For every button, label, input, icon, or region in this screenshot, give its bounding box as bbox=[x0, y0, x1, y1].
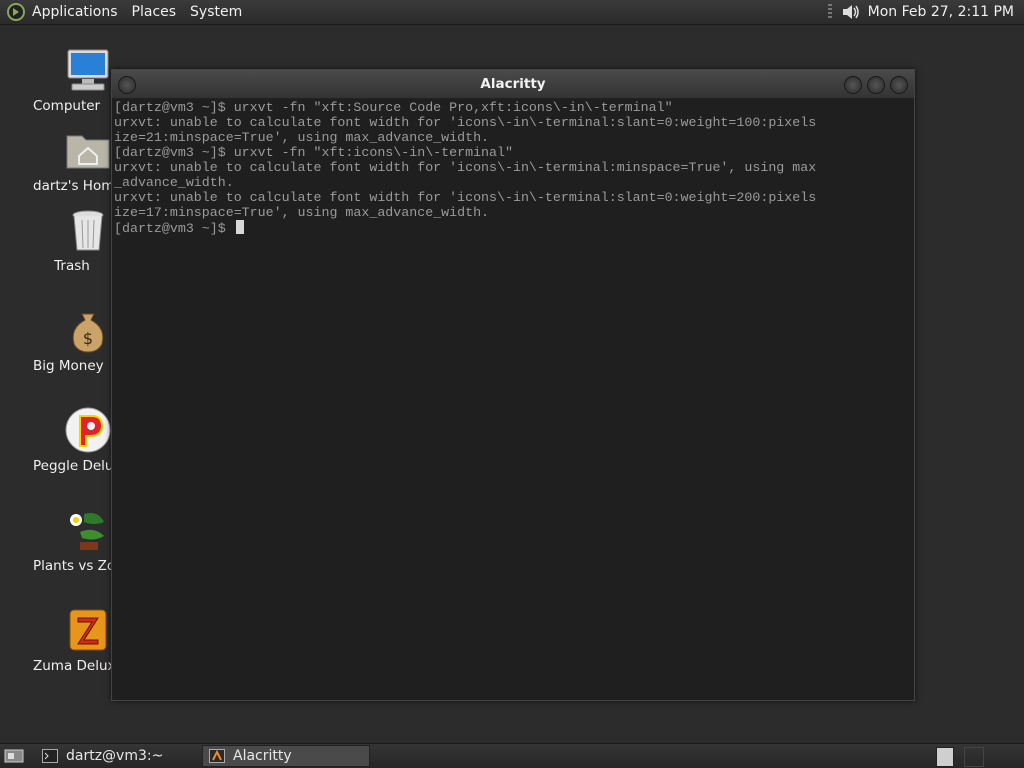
home-folder-icon bbox=[64, 126, 112, 174]
terminal-prompt: [dartz@vm3 ~]$ bbox=[114, 221, 234, 236]
terminal-line: ize=17:minspace=True', using max_advance… bbox=[114, 205, 490, 220]
window-titlebar[interactable]: Alacritty bbox=[112, 70, 914, 99]
desktop-icon-label: Zuma Deluxe bbox=[33, 658, 111, 674]
bottom-panel: dartz@vm3:~ Alacritty bbox=[0, 743, 1024, 768]
alacritty-window: Alacritty [dartz@vm3 ~]$ urxvt -fn "xft:… bbox=[111, 69, 915, 701]
terminal-line: ize=21:minspace=True', using max_advance… bbox=[114, 130, 490, 145]
distro-logo-icon[interactable] bbox=[6, 2, 26, 22]
window-title: Alacritty bbox=[480, 76, 546, 92]
volume-icon[interactable] bbox=[840, 2, 862, 22]
text-cursor bbox=[235, 220, 244, 234]
places-menu[interactable]: Places bbox=[132, 4, 177, 20]
window-menu-button[interactable] bbox=[118, 76, 136, 94]
desktop-icon-label: Plants vs Zombies bbox=[33, 558, 111, 574]
desktop-icon-label: Big Money Deluxe bbox=[33, 358, 109, 374]
panel-tray: Mon Feb 27, 2:11 PM bbox=[827, 0, 1014, 24]
terminal-line: urxvt: unable to calculate font width fo… bbox=[114, 190, 817, 205]
taskbar-item-alacritty[interactable]: Alacritty bbox=[202, 745, 370, 767]
minimize-button[interactable] bbox=[844, 76, 862, 94]
terminal-line: _advance_width. bbox=[114, 175, 234, 190]
workspace-2-button[interactable] bbox=[964, 747, 984, 767]
desktop-icon-label: Trash bbox=[54, 258, 90, 274]
top-panel: Applications Places System Mon Feb 27, 2… bbox=[0, 0, 1024, 25]
money-bag-icon: $ bbox=[64, 306, 112, 354]
plants-icon bbox=[64, 506, 112, 554]
zuma-icon bbox=[64, 606, 112, 654]
alacritty-icon bbox=[209, 749, 225, 763]
taskbar-item-terminal[interactable]: dartz@vm3:~ bbox=[36, 745, 196, 767]
terminal-prompt-line: [dartz@vm3 ~]$ bbox=[114, 220, 910, 236]
taskbar-item-label: dartz@vm3:~ bbox=[66, 748, 164, 764]
panel-handle-icon bbox=[827, 4, 832, 20]
computer-icon bbox=[64, 46, 112, 94]
desktop-icon-label: dartz's Home bbox=[33, 178, 111, 194]
terminal-line: urxvt: unable to calculate font width fo… bbox=[114, 160, 817, 175]
workspace-1-button[interactable] bbox=[936, 747, 954, 767]
system-menu[interactable]: System bbox=[190, 4, 242, 20]
terminal-content[interactable]: [dartz@vm3 ~]$ urxvt -fn "xft:Source Cod… bbox=[114, 100, 910, 696]
applications-menu[interactable]: Applications bbox=[32, 4, 118, 20]
terminal-line: [dartz@vm3 ~]$ urxvt -fn "xft:icons\-in\… bbox=[114, 145, 513, 160]
desktop-icon-label: Peggle Deluxe bbox=[33, 458, 111, 474]
close-button[interactable] bbox=[890, 76, 908, 94]
maximize-button[interactable] bbox=[867, 76, 885, 94]
terminal-line: [dartz@vm3 ~]$ urxvt -fn "xft:Source Cod… bbox=[114, 100, 673, 115]
svg-text:$: $ bbox=[83, 329, 93, 348]
show-desktop-icon[interactable] bbox=[4, 748, 24, 764]
trash-icon bbox=[64, 206, 112, 254]
terminal-line: urxvt: unable to calculate font width fo… bbox=[114, 115, 817, 130]
terminal-icon bbox=[42, 749, 58, 763]
clock[interactable]: Mon Feb 27, 2:11 PM bbox=[868, 4, 1014, 20]
taskbar-item-label: Alacritty bbox=[233, 748, 292, 764]
desktop-icon-label: Computer bbox=[33, 98, 101, 114]
peggle-icon bbox=[64, 406, 112, 454]
